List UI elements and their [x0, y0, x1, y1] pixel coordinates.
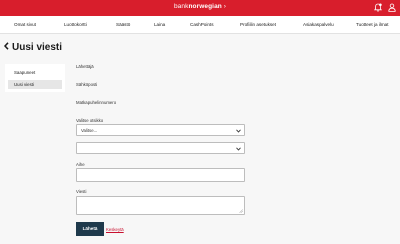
notification-icon[interactable] [374, 3, 382, 12]
phone-label: Matkapuhelinnumero [76, 100, 117, 105]
nav-item-cashpoints[interactable]: CashPoints [190, 22, 214, 27]
nav-item-profiilin-asetukset[interactable]: Profiilin asetukset [240, 22, 276, 27]
chevron-down-icon [236, 147, 241, 151]
topic-select-value: Valitse... [81, 128, 98, 133]
brand-logo[interactable]: banknorwegian › [0, 3, 400, 10]
nav-item-luottokortti[interactable]: Luottokortti [64, 22, 87, 27]
brand-text-bold: norwegian [188, 3, 222, 10]
resize-handle-icon[interactable] [239, 209, 243, 213]
sidebar-item-uusi-viesti[interactable]: Uusi viesti [8, 80, 62, 89]
topic-select[interactable]: Valitse... [76, 124, 245, 136]
nav-item-saasto[interactable]: Säästö [116, 22, 130, 27]
subject-label: Aihe [76, 162, 85, 167]
sidebar: Saapuneet Uusi viesti [5, 64, 65, 92]
cancel-link[interactable]: Keskeytä [106, 227, 124, 232]
topic-label: Valitse otsikko [76, 118, 104, 123]
page-title-text: Uusi viesti [12, 42, 63, 53]
send-button[interactable]: Lähetä [76, 222, 104, 236]
message-label: Viesti [76, 189, 87, 194]
sender-label: Lähettäjä [76, 64, 94, 69]
message-textarea[interactable] [76, 196, 245, 215]
top-header-bar: banknorwegian › [0, 0, 400, 16]
user-icon[interactable] [388, 3, 396, 12]
brand-text-light: bank [173, 3, 189, 10]
nav-item-asiakaspalvelu[interactable]: Asiakaspalvelu [303, 22, 334, 27]
subject-input[interactable] [76, 168, 245, 182]
subtopic-select[interactable] [76, 142, 245, 154]
email-label: Sähköposti [76, 82, 98, 87]
back-chevron-icon[interactable] [3, 42, 9, 53]
main-navigation: Omat sivut Luottokortti Säästö Laina Cas… [0, 16, 400, 34]
nav-item-omat-sivut[interactable]: Omat sivut [14, 22, 36, 27]
nav-item-laina[interactable]: Laina [154, 22, 165, 27]
nav-item-tuotteet[interactable]: Tuotteet ja ilmat [356, 22, 389, 27]
chevron-down-icon [236, 129, 241, 133]
page-title: Uusi viesti [3, 42, 63, 53]
sidebar-item-saapuneet[interactable]: Saapuneet [8, 68, 62, 77]
brand-arrow: › [223, 3, 227, 10]
